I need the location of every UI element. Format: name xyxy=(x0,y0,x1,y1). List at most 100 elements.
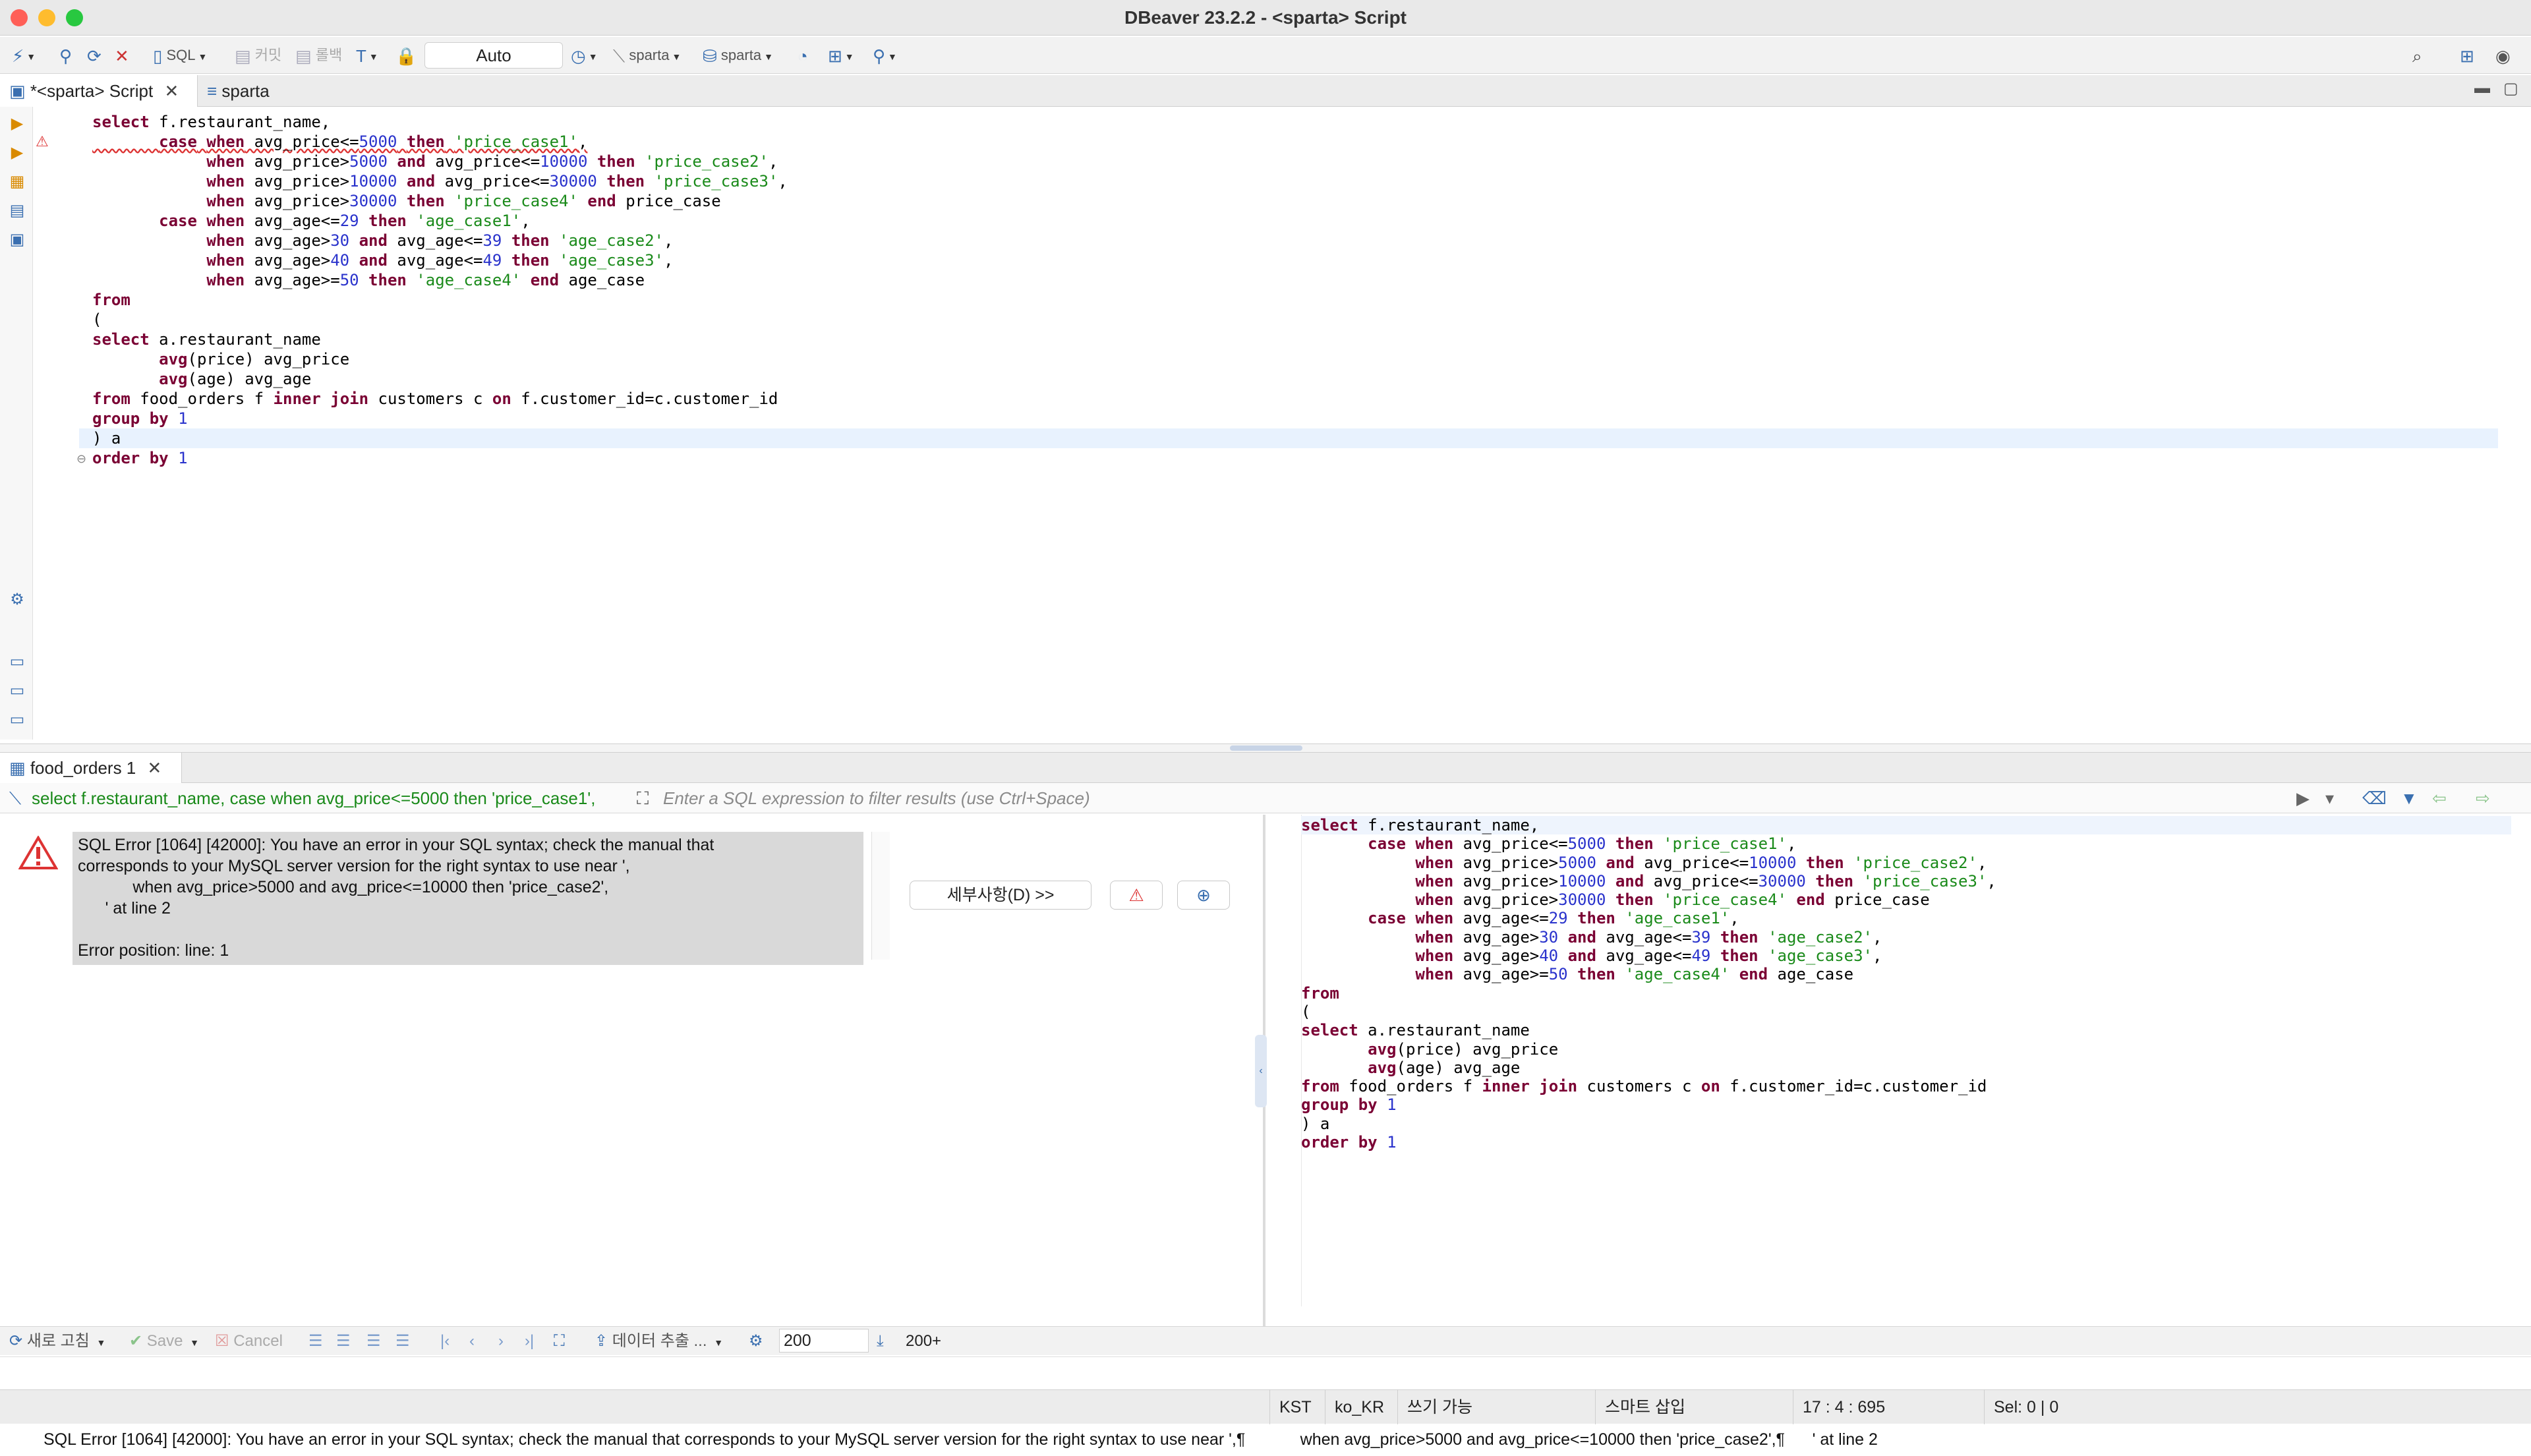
history-icon: ◷ xyxy=(571,46,586,67)
datasource-selector[interactable]: ⟍ sparta ▼ xyxy=(613,42,681,69)
close-tab-icon[interactable]: ✕ xyxy=(148,758,162,778)
search-icon: ⚲ xyxy=(873,46,886,67)
editor-tab-bar: ▣ *<sparta> Script ✕ ≡ sparta ▬ ▢ xyxy=(0,75,2531,107)
error-position: Error position: line: 1 xyxy=(73,939,863,965)
fetch-size-input[interactable]: 200 xyxy=(779,1329,869,1353)
delete-row-icon[interactable]: ☰ xyxy=(395,1327,410,1356)
execute-statement-icon[interactable]: ▶ xyxy=(8,115,26,133)
query-preview: select f.restaurant_name, case when avg_… xyxy=(32,788,596,808)
console-icon[interactable]: ▣ xyxy=(8,231,26,249)
load-script-icon[interactable]: ▭ xyxy=(8,653,26,671)
execute-new-tab-icon[interactable]: ▦ xyxy=(8,173,26,191)
previous-page-icon[interactable]: ‹ xyxy=(469,1327,475,1356)
sql-editor-button[interactable]: ▯ SQL ▼ xyxy=(153,42,207,69)
tab-sparta[interactable]: ≡ sparta xyxy=(198,75,279,107)
splitter-handle[interactable] xyxy=(1230,745,1302,751)
fetch-all-icon[interactable]: ⤓ xyxy=(877,1327,884,1356)
magnifier-icon: ⌕ xyxy=(2412,46,2422,67)
error-message: SQL Error [1064] [42000]: You have an er… xyxy=(73,832,863,939)
code-line: case when avg_age<=29 then 'age_case1', xyxy=(159,212,531,230)
global-search-button[interactable]: ⌕ xyxy=(2412,42,2422,69)
gauge-icon: ◔ xyxy=(798,46,808,67)
explain-plan-icon[interactable]: ▤ xyxy=(8,202,26,220)
locale: ko_KR xyxy=(1325,1390,1397,1424)
code-line: when avg_age>40 and avg_age<=49 then 'ag… xyxy=(206,251,674,270)
search-button[interactable]: ⚲ ▼ xyxy=(873,42,897,69)
user-avatar[interactable]: ◉ xyxy=(2495,42,2511,69)
expand-filter-icon[interactable]: ⛶ xyxy=(637,783,649,813)
copy-row-icon[interactable]: ☰ xyxy=(366,1327,381,1356)
code-line-current: ) a xyxy=(79,428,2498,448)
transaction-log-button[interactable]: ◷ ▼ xyxy=(571,42,598,69)
disconnect-button[interactable]: ✕ xyxy=(115,42,129,69)
apply-filter-icon[interactable]: ▶ xyxy=(2296,783,2310,813)
connect-button[interactable]: ⚲ xyxy=(59,42,72,69)
error-warning-icon xyxy=(18,836,58,869)
perspective-button[interactable]: ⊞ xyxy=(2460,42,2474,69)
fit-icon[interactable]: ⛶ xyxy=(554,1327,565,1356)
transaction-mode-button[interactable]: T ▼ xyxy=(356,42,378,69)
sql-editor[interactable]: select f.restaurant_name, case when avg_… xyxy=(79,112,2498,468)
dashboard-button[interactable]: ◔ xyxy=(798,42,808,69)
export-data-button[interactable]: ⇪ 데이터 추출 ... ▼ xyxy=(595,1327,723,1357)
cancel-button[interactable]: ☒ Cancel xyxy=(215,1327,283,1356)
settings-icon[interactable]: ⚙ xyxy=(8,591,26,609)
diagram-icon: ⊞ xyxy=(828,46,842,67)
code-line: from food_orders f inner join customers … xyxy=(92,390,778,408)
filter-input[interactable]: Enter a SQL expression to filter results… xyxy=(663,783,1090,813)
last-page-icon[interactable]: ›| xyxy=(525,1327,534,1356)
locate-button[interactable]: ⊕ xyxy=(1177,881,1230,910)
new-connection-button[interactable]: ⚡ ▼ xyxy=(12,42,36,69)
save-script-icon[interactable]: ▭ xyxy=(8,682,26,700)
funnel-icon[interactable]: ▼ xyxy=(2400,783,2418,813)
window-title: DBeaver 23.2.2 - <sparta> Script xyxy=(1124,7,1407,28)
editor-side-toolbar: ▶ ▶ ▦ ▤ ▣ ⚙ ▭ ▭ ▭ xyxy=(0,107,33,740)
transaction-icon: T xyxy=(356,46,366,67)
fold-icon[interactable]: ⊖ xyxy=(76,452,86,466)
refresh-button[interactable]: ⟳ 새로 고침 ▼ xyxy=(9,1327,105,1357)
disconnect-icon: ✕ xyxy=(115,46,129,67)
lock-button[interactable]: 🔒 xyxy=(395,42,417,69)
editor-results-splitter[interactable] xyxy=(0,743,2531,753)
transaction-mode-field[interactable]: Auto xyxy=(424,42,563,69)
error-log-button[interactable]: ⚠ xyxy=(1110,881,1163,910)
execute-script-icon[interactable]: ▶ xyxy=(8,144,26,162)
rollback-button[interactable]: ▤ 롤백 xyxy=(295,42,342,69)
selection-info: Sel: 0 | 0 xyxy=(1984,1390,2103,1424)
reconnect-button[interactable]: ⟳ xyxy=(87,42,102,69)
filter-history-icon[interactable]: ▾ xyxy=(2325,783,2334,813)
back-icon[interactable]: ⇦ xyxy=(2432,783,2447,813)
er-diagram-button[interactable]: ⊞ ▼ xyxy=(828,42,854,69)
tab-sparta-script[interactable]: ▣ *<sparta> Script ✕ xyxy=(0,75,198,107)
save-button[interactable]: ✔ Save ▼ xyxy=(129,1327,199,1357)
maximize-editor-icon[interactable]: ▢ xyxy=(2503,79,2518,98)
export-icon: ⇪ xyxy=(595,1332,608,1350)
first-page-icon[interactable]: |‹ xyxy=(440,1327,450,1356)
minimize-editor-icon[interactable]: ▬ xyxy=(2474,79,2490,98)
refresh-icon: ⟳ xyxy=(9,1332,23,1350)
collapse-handle[interactable]: ‹ xyxy=(1255,1035,1267,1107)
error-scrollbar[interactable] xyxy=(871,832,890,960)
commit-button[interactable]: ▤ 커밋 xyxy=(235,42,281,69)
edit-row-icon[interactable]: ☰ xyxy=(308,1327,323,1356)
eraser-icon[interactable]: ⌫ xyxy=(2362,783,2387,813)
next-page-icon[interactable]: › xyxy=(498,1327,504,1356)
code-line: order by 1 xyxy=(92,449,188,467)
filter-bar: ⟍ select f.restaurant_name, case when av… xyxy=(0,783,2531,813)
schema-selector[interactable]: ⛁ sparta ▼ xyxy=(703,42,773,69)
fetch-all-count[interactable]: 200+ xyxy=(906,1327,941,1356)
code-line: avg(price) avg_price xyxy=(159,350,350,368)
tab-food-orders-1[interactable]: ▦ food_orders 1 ✕ xyxy=(0,753,182,783)
query-line: avg(age) avg_age xyxy=(1368,1058,1521,1077)
details-button[interactable]: 세부사항(D) >> xyxy=(910,881,1091,910)
code-line: case when avg_price<=5000 then 'price_ca… xyxy=(159,132,588,151)
fetch-settings-icon[interactable]: ⚙ xyxy=(749,1327,763,1356)
export-script-icon[interactable]: ▭ xyxy=(8,711,26,729)
close-tab-icon[interactable]: ✕ xyxy=(164,81,179,101)
forward-icon[interactable]: ⇨ xyxy=(2476,783,2490,813)
reconnect-icon: ⟳ xyxy=(87,46,102,67)
add-row-icon[interactable]: ☰ xyxy=(336,1327,351,1356)
plug-icon: ⚡ xyxy=(12,46,24,67)
query-line: case when avg_age<=29 then 'age_case1', xyxy=(1368,909,1739,928)
warning-icon: ⚠ xyxy=(1128,885,1144,905)
